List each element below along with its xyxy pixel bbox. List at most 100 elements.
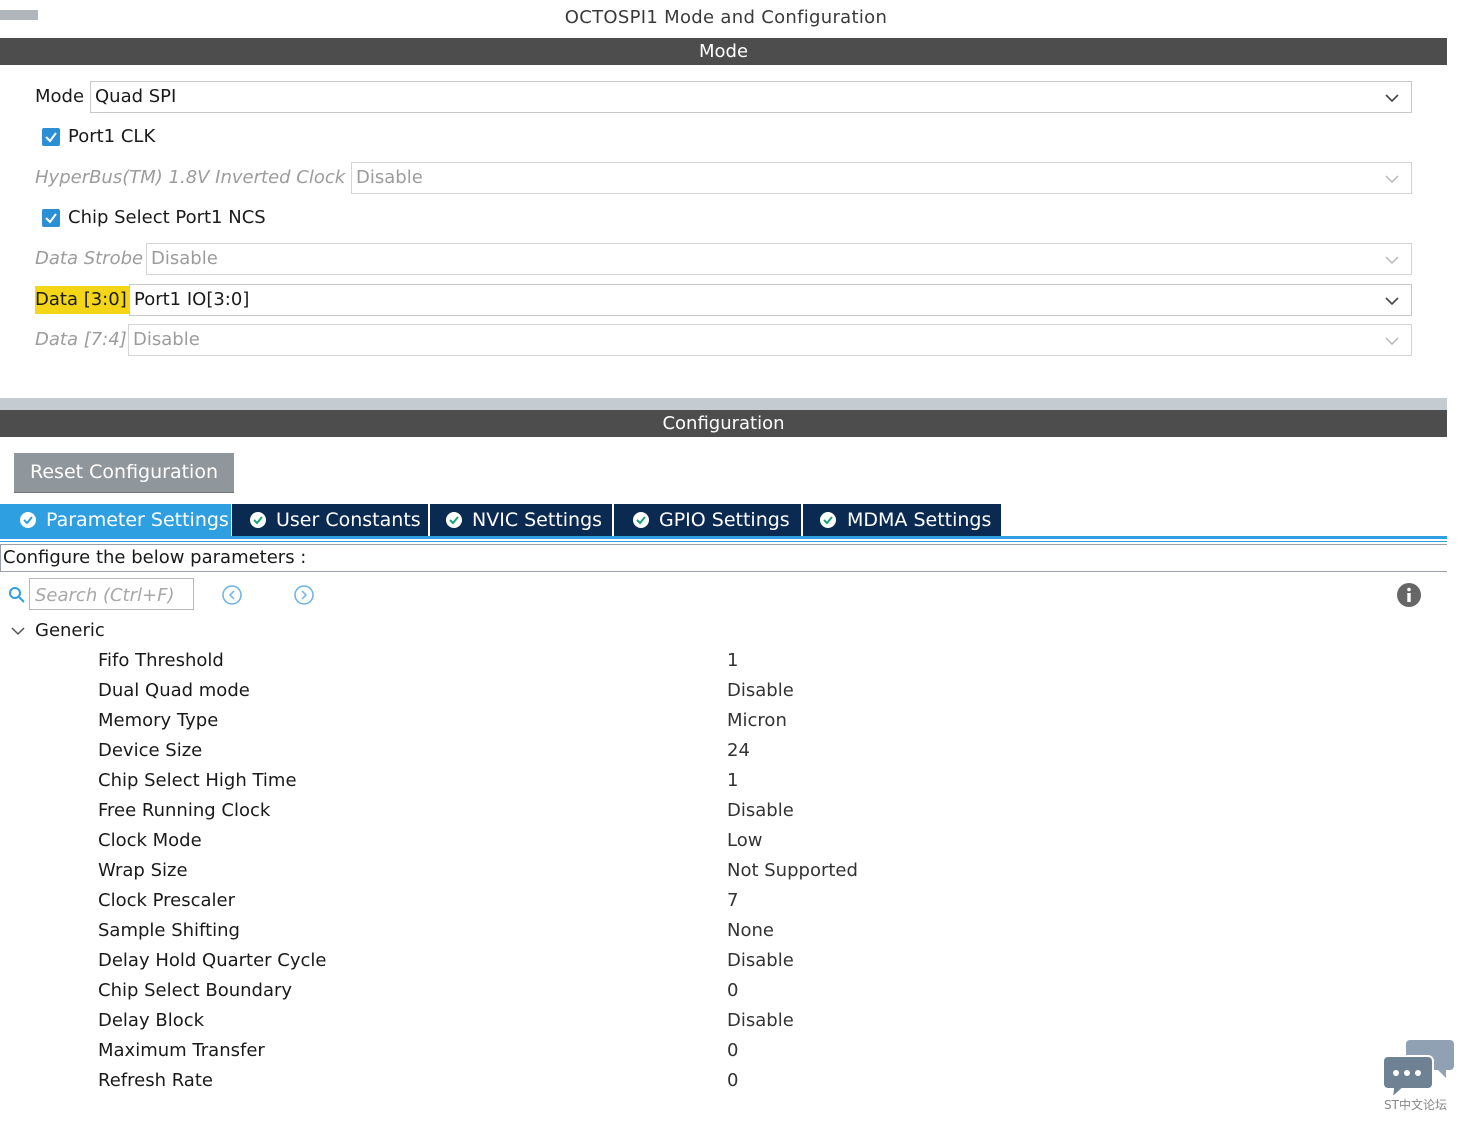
collapse-chevron-icon[interactable]	[10, 625, 26, 637]
parameter-value[interactable]: 1	[727, 766, 738, 796]
chevron-down-icon	[1385, 175, 1399, 183]
chip-select-label: Chip Select Port1 NCS	[68, 207, 266, 228]
parameter-value[interactable]: Disable	[727, 946, 794, 976]
tab-label: Parameter Settings	[46, 509, 229, 531]
search-input[interactable]	[33, 580, 195, 610]
parameter-value[interactable]: Micron	[727, 706, 787, 736]
chevron-down-icon	[1385, 256, 1399, 264]
mode-select-value: Quad SPI	[95, 86, 177, 107]
parameter-name: Sample Shifting	[98, 920, 240, 941]
tab-label: User Constants	[276, 509, 421, 531]
parameter-name: Maximum Transfer	[98, 1040, 265, 1061]
parameter-value[interactable]: 0	[727, 1066, 738, 1096]
hyperbus-clock-label: HyperBus(TM) 1.8V Inverted Clock	[35, 167, 346, 188]
tab-label: NVIC Settings	[472, 509, 603, 531]
watermark-text: ST中文论坛	[1384, 1098, 1447, 1112]
parameter-value[interactable]: 0	[727, 1036, 738, 1066]
check-circle-icon	[446, 512, 462, 528]
parameter-value[interactable]: Disable	[727, 676, 794, 706]
tab-user-constants[interactable]: User Constants	[232, 504, 428, 536]
parameter-name: Free Running Clock	[98, 800, 271, 821]
parameter-name: Delay Block	[98, 1010, 205, 1031]
tab-nvic-settings[interactable]: NVIC Settings	[430, 504, 612, 536]
data-3-0-label: Data [3:0]	[35, 286, 131, 314]
search-field[interactable]	[29, 578, 195, 610]
check-circle-icon	[820, 512, 836, 528]
parameter-value[interactable]: Not Supported	[727, 856, 858, 886]
parameter-name: Clock Prescaler	[98, 890, 236, 911]
parameter-name: Refresh Rate	[98, 1070, 213, 1091]
configure-instructions: Configure the below parameters :	[0, 544, 1447, 572]
group-generic-label: Generic	[35, 620, 105, 641]
parameter-value[interactable]: 0	[727, 976, 738, 1006]
parameter-value[interactable]: Disable	[727, 796, 794, 826]
hyperbus-clock-select[interactable]: Disable	[351, 162, 1412, 194]
mode-label: Mode	[35, 86, 85, 107]
check-circle-icon	[250, 512, 266, 528]
parameter-row[interactable]: Fifo Threshold 1	[0, 646, 1447, 676]
parameter-name: Fifo Threshold	[98, 650, 224, 671]
parameter-value[interactable]: None	[727, 916, 774, 946]
parameter-row[interactable]: Memory Type Micron	[0, 706, 1447, 736]
search-icon[interactable]	[8, 586, 26, 604]
data-strobe-value: Disable	[151, 248, 218, 269]
check-circle-icon	[20, 512, 36, 528]
parameter-row[interactable]: Free Running Clock Disable	[0, 796, 1447, 826]
next-icon[interactable]	[293, 584, 315, 606]
previous-icon[interactable]	[221, 584, 243, 606]
parameter-row[interactable]: Delay Block Disable	[0, 1006, 1447, 1036]
parameter-name: Chip Select High Time	[98, 770, 297, 791]
parameter-value[interactable]: Low	[727, 826, 762, 856]
parameter-row[interactable]: Device Size 24	[0, 736, 1447, 766]
window-title: OCTOSPI1 Mode and Configuration	[564, 7, 888, 28]
parameter-name: Delay Hold Quarter Cycle	[98, 950, 327, 971]
tab-gpio-settings[interactable]: GPIO Settings	[614, 504, 801, 536]
data-3-0-value: Port1 IO[3:0]	[134, 289, 250, 310]
info-icon[interactable]	[1396, 582, 1422, 608]
mode-section-header: Mode	[0, 38, 1447, 65]
configuration-section-header: Configuration	[0, 410, 1447, 437]
tab-label: MDMA Settings	[847, 509, 992, 531]
chevron-down-icon	[1385, 94, 1399, 103]
parameter-row[interactable]: Refresh Rate 0	[0, 1066, 1447, 1096]
parameter-name: Wrap Size	[98, 860, 188, 881]
parameter-name: Clock Mode	[98, 830, 202, 851]
tab-parameter-settings[interactable]: Parameter Settings	[0, 504, 231, 536]
parameter-value[interactable]: 7	[727, 886, 738, 916]
checkmark-icon	[45, 213, 57, 224]
settings-tabs: Parameter Settings User Constants NVIC S…	[0, 504, 1447, 537]
chevron-down-icon	[1385, 297, 1399, 306]
port1-clk-label: Port1 CLK	[68, 126, 156, 147]
port1-clk-checkbox[interactable]	[42, 128, 60, 146]
hyperbus-clock-value: Disable	[356, 167, 423, 188]
parameter-row[interactable]: Chip Select High Time 1	[0, 766, 1447, 796]
parameter-row[interactable]: Clock Prescaler 7	[0, 886, 1447, 916]
reset-configuration-button[interactable]: Reset Configuration	[14, 453, 234, 492]
parameter-row[interactable]: Delay Hold Quarter Cycle Disable	[0, 946, 1447, 976]
parameter-row[interactable]: Sample Shifting None	[0, 916, 1447, 946]
data-strobe-select[interactable]: Disable	[146, 243, 1412, 275]
data-3-0-select[interactable]: Port1 IO[3:0]	[129, 284, 1412, 316]
chip-select-checkbox[interactable]	[42, 209, 60, 227]
parameter-value[interactable]: 1	[727, 646, 738, 676]
parameter-row[interactable]: Dual Quad mode Disable	[0, 676, 1447, 706]
data-strobe-label: Data Strobe	[35, 248, 144, 269]
tab-label: GPIO Settings	[659, 509, 790, 531]
tab-underline	[0, 536, 1447, 539]
parameter-name: Chip Select Boundary	[98, 980, 293, 1001]
parameter-row[interactable]: Clock Mode Low	[0, 826, 1447, 856]
mode-select[interactable]: Quad SPI	[90, 81, 1412, 113]
parameter-name: Dual Quad mode	[98, 680, 250, 701]
parameter-row[interactable]: Maximum Transfer 0	[0, 1036, 1447, 1066]
tab-mdma-settings[interactable]: MDMA Settings	[803, 504, 1001, 536]
check-circle-icon	[633, 512, 649, 528]
checkmark-icon	[45, 132, 57, 143]
parameter-value[interactable]: 24	[727, 736, 750, 766]
parameter-name: Device Size	[98, 740, 203, 761]
parameter-value[interactable]: Disable	[727, 1006, 794, 1036]
data-7-4-select[interactable]: Disable	[128, 324, 1412, 356]
parameter-row[interactable]: Chip Select Boundary 0	[0, 976, 1447, 1006]
parameter-row[interactable]: Wrap Size Not Supported	[0, 856, 1447, 886]
section-divider[interactable]	[0, 398, 1447, 410]
data-7-4-value: Disable	[133, 329, 200, 350]
